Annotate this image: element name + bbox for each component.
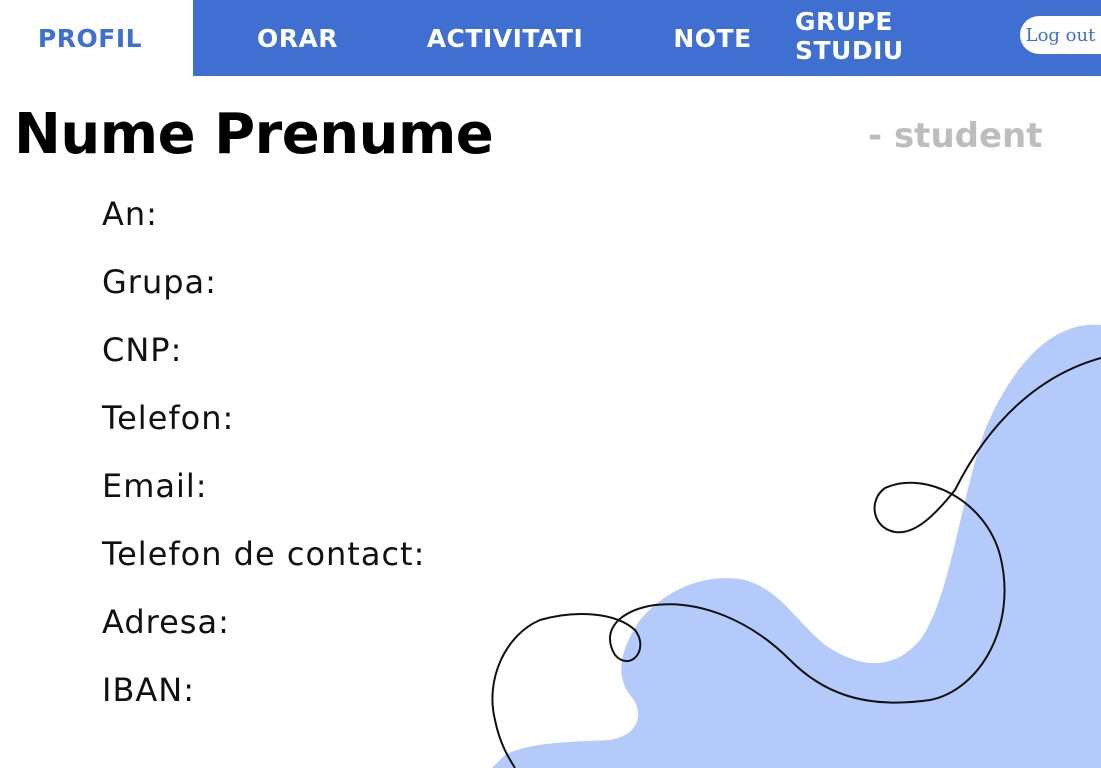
tab-activitati[interactable]: ACTIVITATI (420, 0, 590, 76)
decorative-line (491, 357, 1101, 768)
logout-button[interactable]: Log out (1020, 16, 1101, 54)
tab-profil[interactable]: PROFIL (0, 0, 180, 76)
tab-grupe-studiu[interactable]: GRUPE STUDIU (795, 0, 1000, 72)
field-iban: IBAN: (102, 671, 195, 709)
decorative-blob (492, 324, 1101, 768)
field-cnp: CNP: (102, 331, 183, 369)
field-email: Email: (102, 467, 208, 505)
field-an: An: (102, 195, 158, 233)
role-label: - student (868, 116, 1043, 156)
field-telefon: Telefon: (102, 399, 235, 437)
profile-fields-list: An: Grupa: CNP: Telefon: Email: Telefon … (102, 192, 425, 736)
field-telefon-contact: Telefon de contact: (102, 535, 426, 573)
profile-page: PROFIL ORAR ACTIVITATI NOTE GRUPE STUDIU… (0, 0, 1101, 768)
student-name: Nume Prenume (14, 102, 494, 167)
tab-orar[interactable]: ORAR (240, 0, 355, 76)
top-navigation: PROFIL ORAR ACTIVITATI NOTE GRUPE STUDIU… (0, 0, 1101, 76)
field-adresa: Adresa: (102, 603, 230, 641)
field-grupa: Grupa: (102, 263, 217, 301)
tab-note[interactable]: NOTE (660, 0, 765, 76)
